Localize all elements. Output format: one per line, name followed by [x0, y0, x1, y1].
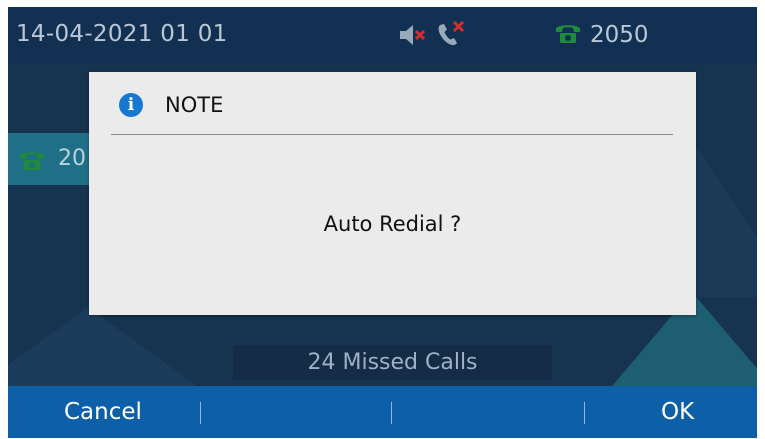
missed-calls-notice[interactable]: 24 Missed Calls — [233, 345, 552, 380]
note-dialog: i NOTE Auto Redial ? — [89, 72, 696, 315]
account-tab[interactable]: 20 — [8, 133, 100, 185]
background-shape — [8, 307, 198, 387]
info-icon: i — [119, 93, 143, 117]
account-label: 20 — [58, 146, 86, 171]
softkey-divider — [584, 402, 585, 424]
phone-screen: 14-04-2021 01 01 2050 20 24 Missed Calls… — [8, 7, 757, 438]
softkey-divider — [391, 402, 392, 424]
dialog-divider — [111, 134, 673, 135]
status-bar: 14-04-2021 01 01 2050 — [8, 7, 757, 64]
missed-call-icon — [434, 19, 468, 53]
dialog-header: i NOTE — [89, 72, 696, 134]
cancel-button[interactable]: Cancel — [64, 386, 142, 438]
softkey-bar: Cancel OK — [8, 386, 757, 438]
phone-icon — [18, 148, 46, 176]
dialog-title: NOTE — [165, 93, 224, 117]
line-number: 2050 — [590, 22, 649, 48]
softkey-divider — [200, 402, 201, 424]
phone-icon — [554, 21, 582, 51]
line-status: 2050 — [554, 21, 649, 51]
speaker-muted-icon — [398, 21, 428, 53]
dialog-message: Auto Redial ? — [323, 212, 462, 236]
datetime: 14-04-2021 01 01 — [16, 21, 228, 47]
ok-button[interactable]: OK — [661, 386, 694, 438]
